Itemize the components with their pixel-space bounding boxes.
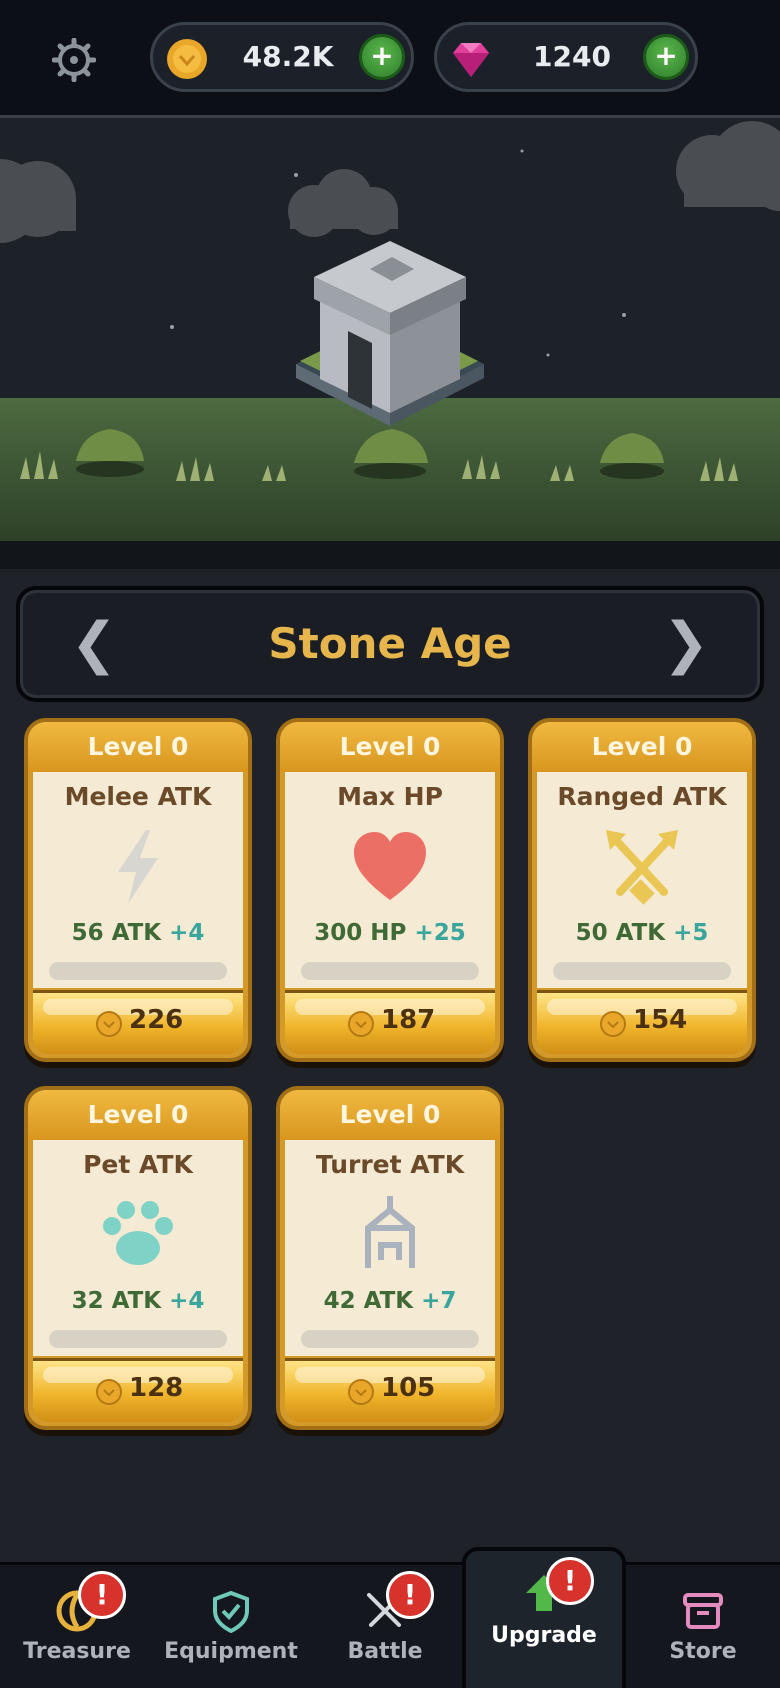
lightning-icon xyxy=(118,830,158,904)
card-level: Level 0 xyxy=(532,722,752,772)
buy-upgrade-button[interactable]: 105 xyxy=(285,1358,495,1422)
upgrade-card-melee-atk: Level 0 Melee ATK 56 ATK +4 226 xyxy=(24,718,252,1062)
top-bar: 48.2K + 1240 + xyxy=(0,0,780,118)
era-selector: ❮ Stone Age ❯ xyxy=(16,586,764,702)
alert-badge: ! xyxy=(546,1557,594,1605)
progress-bar xyxy=(49,962,227,980)
prev-era-button[interactable]: ❮ xyxy=(64,616,124,676)
card-stat: 56 ATK +4 xyxy=(33,920,243,946)
nav-label: Treasure xyxy=(23,1639,131,1664)
heart-icon xyxy=(354,832,426,900)
shield-check-icon xyxy=(213,1590,249,1633)
coin-icon xyxy=(96,1379,122,1405)
stat-value: 300 HP xyxy=(314,920,407,946)
stat-value: 56 ATK xyxy=(71,920,162,946)
upgrade-card-ranged-atk: Level 0 Ranged ATK 50 ATK +5 154 xyxy=(528,718,756,1062)
gem-balance: 1240 + xyxy=(434,22,698,92)
nav-tab-upgrade[interactable]: Upgrade ! xyxy=(462,1547,626,1688)
next-era-button[interactable]: ❯ xyxy=(656,616,716,676)
stat-increment: +4 xyxy=(169,1288,205,1314)
coin-icon xyxy=(167,39,207,79)
store-box-icon xyxy=(683,1593,723,1629)
progress-bar xyxy=(553,962,731,980)
turret-icon xyxy=(365,1196,415,1268)
upgrade-card-pet-atk: Level 0 Pet ATK 32 ATK +4 128 xyxy=(24,1086,252,1430)
upgrade-card-max-hp: Level 0 Max HP 300 HP +25 187 xyxy=(276,718,504,1062)
progress-bar xyxy=(49,1330,227,1348)
coin-icon xyxy=(600,1011,626,1037)
upgrade-price: 128 xyxy=(129,1373,184,1403)
upgrade-card-turret-atk: Level 0 Turret ATK 42 ATK +7 105 xyxy=(276,1086,504,1430)
card-stat: 300 HP +25 xyxy=(285,920,495,946)
nav-label: Equipment xyxy=(164,1639,298,1664)
coin-icon xyxy=(348,1379,374,1405)
stat-increment: +4 xyxy=(169,920,205,946)
card-stat: 42 ATK +7 xyxy=(285,1288,495,1314)
card-body: Max HP 300 HP +25 xyxy=(285,772,495,988)
nav-tab-treasure[interactable]: Treasure ! xyxy=(0,1565,154,1688)
upgrade-price: 187 xyxy=(381,1005,436,1035)
crossed-arrows-icon xyxy=(606,830,678,905)
buy-upgrade-button[interactable]: 226 xyxy=(33,990,243,1054)
card-level: Level 0 xyxy=(28,1090,248,1140)
card-stat: 32 ATK +4 xyxy=(33,1288,243,1314)
card-body: Ranged ATK 50 ATK +5 xyxy=(537,772,747,988)
buy-upgrade-button[interactable]: 187 xyxy=(285,990,495,1054)
card-name: Pet ATK xyxy=(83,1150,193,1179)
alert-badge: ! xyxy=(78,1571,126,1619)
stat-value: 32 ATK xyxy=(71,1288,162,1314)
buy-upgrade-button[interactable]: 128 xyxy=(33,1358,243,1422)
stat-increment: +7 xyxy=(421,1288,457,1314)
card-level: Level 0 xyxy=(28,722,248,772)
add-coins-button[interactable]: + xyxy=(359,34,405,80)
settings-gear-icon[interactable] xyxy=(52,38,96,82)
bottom-nav: Treasure ! Equipment Battle ! Upgrade ! … xyxy=(0,1547,780,1688)
buy-upgrade-button[interactable]: 154 xyxy=(537,990,747,1054)
stat-increment: +5 xyxy=(673,920,709,946)
nav-tab-equipment[interactable]: Equipment xyxy=(154,1565,308,1688)
card-body: Pet ATK 32 ATK +4 xyxy=(33,1140,243,1356)
nav-tab-store[interactable]: Store xyxy=(626,1565,780,1688)
progress-bar xyxy=(301,962,479,980)
upgrade-price: 154 xyxy=(633,1005,688,1035)
era-title: Stone Age xyxy=(268,619,512,668)
card-name: Ranged ATK xyxy=(557,782,727,811)
nav-tab-battle[interactable]: Battle ! xyxy=(308,1565,462,1688)
paw-icon xyxy=(103,1201,173,1265)
card-stat: 50 ATK +5 xyxy=(537,920,747,946)
card-name: Max HP xyxy=(337,782,443,811)
coin-icon xyxy=(348,1011,374,1037)
coin-amount: 48.2K xyxy=(242,40,334,73)
card-body: Turret ATK 42 ATK +7 xyxy=(285,1140,495,1356)
nav-label: Battle xyxy=(347,1639,423,1664)
upgrade-price: 105 xyxy=(381,1373,436,1403)
add-gems-button[interactable]: + xyxy=(643,34,689,80)
nav-label: Upgrade xyxy=(491,1623,597,1648)
rocks-and-grass xyxy=(20,429,738,481)
card-level: Level 0 xyxy=(280,1090,500,1140)
scene-divider xyxy=(0,541,780,569)
alert-badge: ! xyxy=(386,1571,434,1619)
gem-amount: 1240 xyxy=(533,40,611,73)
stat-value: 50 ATK xyxy=(575,920,666,946)
gem-icon xyxy=(453,43,489,77)
progress-bar xyxy=(301,1330,479,1348)
card-name: Melee ATK xyxy=(64,782,212,811)
coin-balance: 48.2K + xyxy=(150,22,414,92)
card-body: Melee ATK 56 ATK +4 xyxy=(33,772,243,988)
stat-value: 42 ATK xyxy=(323,1288,414,1314)
upgrade-price: 226 xyxy=(129,1005,184,1035)
base-scene xyxy=(0,121,780,541)
card-name: Turret ATK xyxy=(315,1150,465,1179)
coin-icon xyxy=(96,1011,122,1037)
card-level: Level 0 xyxy=(280,722,500,772)
nav-label: Store xyxy=(669,1639,737,1664)
stat-increment: +25 xyxy=(414,920,466,946)
